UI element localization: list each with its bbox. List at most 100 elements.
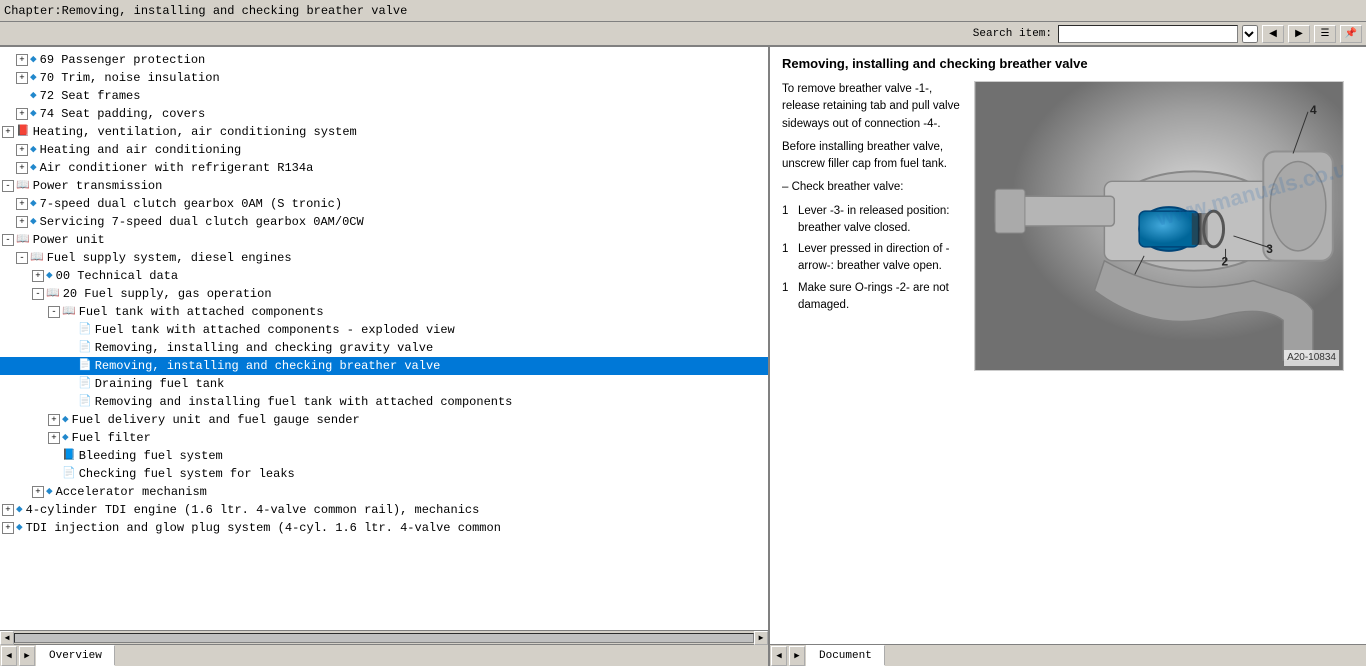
search-dropdown[interactable]	[1242, 25, 1258, 43]
tree-scroll[interactable]: +◆69 Passenger protection+◆70 Trim, nois…	[0, 47, 768, 630]
nav-right-button[interactable]: ▶	[19, 646, 35, 666]
left-panel: +◆69 Passenger protection+◆70 Trim, nois…	[0, 47, 770, 644]
options-button[interactable]: ☰	[1314, 25, 1336, 43]
book-icon: 📘	[62, 448, 76, 464]
scroll-left-button[interactable]: ◀	[0, 631, 14, 645]
tree-item[interactable]: -📖Power transmission	[0, 177, 768, 195]
tree-item[interactable]: -📖Fuel supply system, diesel engines	[0, 249, 768, 267]
diamond-icon: ◆	[30, 160, 37, 176]
expand-button[interactable]: -	[48, 306, 60, 318]
tree-item[interactable]: 📄Checking fuel system for leaks	[0, 465, 768, 483]
tree-item[interactable]: ◆72 Seat frames	[0, 87, 768, 105]
doc-content: Removing, installing and checking breath…	[770, 47, 1366, 644]
book-open-icon: 📖	[62, 304, 76, 320]
search-next-button[interactable]: ▶	[1288, 25, 1310, 43]
tree-item-label: Accelerator mechanism	[56, 484, 207, 500]
page-icon: 📄	[62, 466, 76, 482]
tree-item[interactable]: +◆00 Technical data	[0, 267, 768, 285]
horizontal-scrollbar[interactable]: ◀ ▶	[0, 630, 768, 644]
diamond-icon: ◆	[30, 142, 37, 158]
tree-item[interactable]: +◆Fuel delivery unit and fuel gauge send…	[0, 411, 768, 429]
tree-item-label: Power transmission	[33, 178, 163, 194]
tree-item-label: Draining fuel tank	[95, 376, 225, 392]
tree-item[interactable]: 📄Removing and installing fuel tank with …	[0, 393, 768, 411]
diamond-icon: ◆	[46, 268, 53, 284]
tree-item[interactable]: +◆Heating and air conditioning	[0, 141, 768, 159]
image-reference: A20-10834	[1284, 350, 1339, 366]
expand-button[interactable]: +	[2, 504, 14, 516]
tree-item-label: Fuel supply system, diesel engines	[47, 250, 292, 266]
doc-bullet-1: – Check breather valve:	[782, 179, 962, 196]
tree-item[interactable]: +◆7-speed dual clutch gearbox 0AM (S tro…	[0, 195, 768, 213]
diamond-icon: ◆	[16, 502, 23, 518]
doc-numbered-3: 1 Make sure O-rings -2- are not damaged.	[782, 280, 962, 315]
tree-item[interactable]: 📄Removing, installing and checking breat…	[0, 357, 768, 375]
expand-button[interactable]: +	[2, 522, 14, 534]
tree-item[interactable]: +◆74 Seat padding, covers	[0, 105, 768, 123]
expand-button[interactable]: +	[16, 144, 28, 156]
tree-item-label: 20 Fuel supply, gas operation	[63, 286, 272, 302]
doc-title: Removing, installing and checking breath…	[782, 55, 1354, 73]
tree-item[interactable]: -📖Fuel tank with attached components	[0, 303, 768, 321]
tree-item[interactable]: 📄Draining fuel tank	[0, 375, 768, 393]
tree-item-label: Checking fuel system for leaks	[79, 466, 295, 482]
nav-left-button[interactable]: ◀	[1, 646, 17, 666]
page-icon: 📄	[78, 376, 92, 392]
tree-item-label: Removing, installing and checking gravit…	[95, 340, 433, 356]
expand-button[interactable]: +	[32, 486, 44, 498]
doc-text: To remove breather valve -1-, release re…	[782, 81, 962, 371]
expand-button[interactable]: +	[16, 198, 28, 210]
right-panel: Removing, installing and checking breath…	[770, 47, 1366, 644]
overview-tab[interactable]: Overview	[36, 645, 115, 666]
expand-button[interactable]: +	[16, 216, 28, 228]
status-bar: ◀ ▶ Overview ◀ ▶ Document	[0, 644, 1366, 666]
tree-item-label: Fuel tank with attached components - exp…	[95, 322, 455, 338]
expand-button[interactable]: -	[2, 234, 14, 246]
tree-item[interactable]: 📄Removing, installing and checking gravi…	[0, 339, 768, 357]
document-tab[interactable]: Document	[806, 645, 885, 666]
expand-button[interactable]: +	[2, 126, 14, 138]
tree-item[interactable]: +◆Servicing 7-speed dual clutch gearbox …	[0, 213, 768, 231]
expand-button[interactable]: -	[16, 252, 28, 264]
tree-item[interactable]: +◆Fuel filter	[0, 429, 768, 447]
svg-text:4: 4	[1310, 103, 1317, 117]
main-layout: +◆69 Passenger protection+◆70 Trim, nois…	[0, 46, 1366, 644]
tree-item[interactable]: +◆Air conditioner with refrigerant R134a	[0, 159, 768, 177]
tree-item-label: Air conditioner with refrigerant R134a	[40, 160, 314, 176]
tree-item[interactable]: +◆70 Trim, noise insulation	[0, 69, 768, 87]
expand-button[interactable]: -	[32, 288, 44, 300]
search-input[interactable]	[1058, 25, 1238, 43]
scroll-right-button[interactable]: ▶	[754, 631, 768, 645]
tree-item[interactable]: 📄Fuel tank with attached components - ex…	[0, 321, 768, 339]
expand-button[interactable]: +	[48, 414, 60, 426]
tree-item[interactable]: -📖Power unit	[0, 231, 768, 249]
expand-button[interactable]: +	[32, 270, 44, 282]
page-icon: 📄	[78, 358, 92, 374]
doc-nav-left-button[interactable]: ◀	[771, 646, 787, 666]
tree-item[interactable]: 📘Bleeding fuel system	[0, 447, 768, 465]
tree-item[interactable]: +◆69 Passenger protection	[0, 51, 768, 69]
expand-button[interactable]: +	[16, 162, 28, 174]
pin-button[interactable]: 📌	[1340, 25, 1362, 43]
title-text: Chapter:Removing, installing and checkin…	[4, 4, 407, 18]
tree-item[interactable]: +◆TDI injection and glow plug system (4-…	[0, 519, 768, 537]
tree-item-label: 00 Technical data	[56, 268, 178, 284]
doc-numbered-text-3: Make sure O-rings -2- are not damaged.	[798, 280, 962, 315]
tree-item[interactable]: +◆Accelerator mechanism	[0, 483, 768, 501]
search-prev-button[interactable]: ◀	[1262, 25, 1284, 43]
doc-numbered-text-1: Lever -3- in released position: breather…	[798, 203, 962, 238]
page-icon: 📄	[78, 394, 92, 410]
title-bar: Chapter:Removing, installing and checkin…	[0, 0, 1366, 22]
diamond-icon: ◆	[30, 88, 37, 104]
tree-item[interactable]: +◆4-cylinder TDI engine (1.6 ltr. 4-valv…	[0, 501, 768, 519]
expand-button[interactable]: +	[16, 108, 28, 120]
tree-item[interactable]: +📕Heating, ventilation, air conditioning…	[0, 123, 768, 141]
expand-button[interactable]: -	[2, 180, 14, 192]
status-left: ◀ ▶ Overview	[0, 645, 770, 666]
expand-button[interactable]: +	[48, 432, 60, 444]
doc-nav-right-button[interactable]: ▶	[789, 646, 805, 666]
expand-button[interactable]: +	[16, 72, 28, 84]
expand-button[interactable]: +	[16, 54, 28, 66]
scroll-track[interactable]	[14, 633, 754, 643]
tree-item[interactable]: -📖20 Fuel supply, gas operation	[0, 285, 768, 303]
